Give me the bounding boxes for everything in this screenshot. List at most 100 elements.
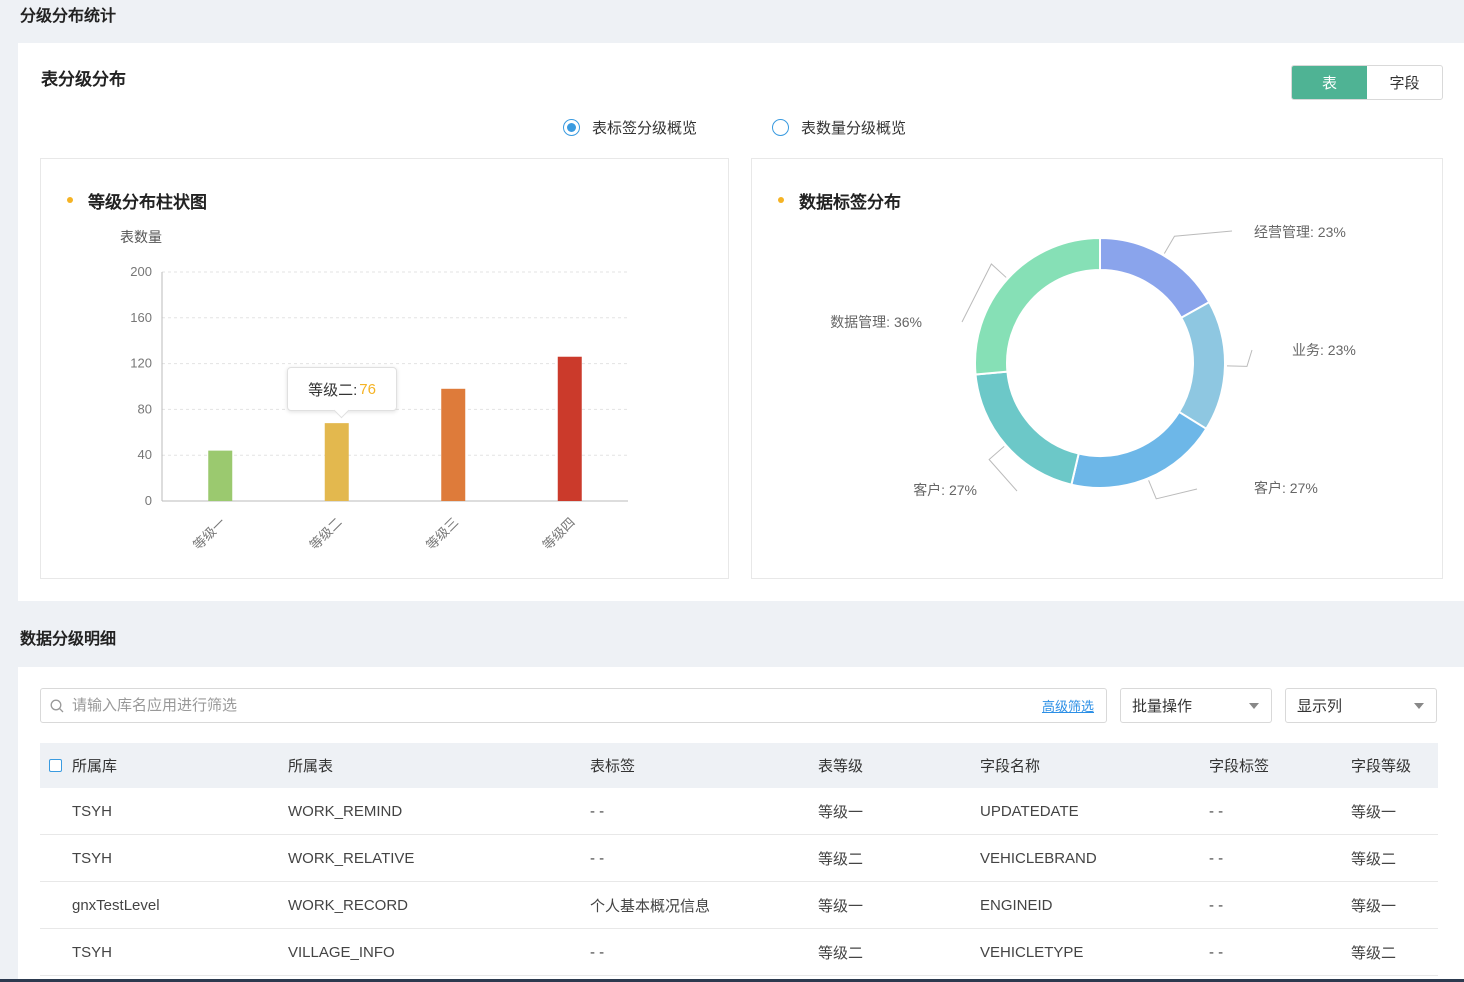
cell-table-tag: 个人基本概况信息	[590, 897, 711, 915]
header-field-tag[interactable]: 字段标签	[1209, 755, 1351, 776]
radio-checked-icon	[563, 119, 580, 136]
cell-table-level: 等级一	[818, 897, 864, 915]
donut-slice	[1177, 300, 1226, 431]
slice-label: 客户: 27%	[913, 482, 977, 498]
slice-label: 业务: 23%	[1292, 342, 1356, 358]
detail-panel: 高级筛选 批量操作 显示列 所属库 所属表 表标签 表等级 字段名称 字段标签 …	[18, 667, 1464, 982]
cell-field-tag: - -	[1209, 802, 1224, 820]
pie-chart-card: 数据标签分布 经营管理: 23% 业务: 23% 客户: 27% 客户: 27% 数据管…	[751, 158, 1443, 579]
cell-field-name: ENGINEID	[980, 896, 1053, 914]
header-database[interactable]: 所属库	[72, 755, 288, 776]
donut-slice	[1099, 236, 1211, 320]
cell-field-level: 等级一	[1351, 897, 1397, 915]
table-distribution-title: 表分级分布	[41, 70, 126, 89]
radio-label: 表数量分级概览	[801, 120, 907, 137]
slice-leader-line	[1163, 230, 1233, 254]
batch-operation-select[interactable]: 批量操作	[1120, 688, 1272, 723]
table-row[interactable]: gnxTestLevel WORK_RECORD 个人基本概况信息 等级一 EN…	[40, 882, 1438, 929]
distribution-panel: 表分级分布 表 字段 表标签分级概览 表数量分级概览 等级分布柱状图 表数量 0 4…	[18, 43, 1464, 601]
display-columns-select[interactable]: 显示列	[1285, 688, 1437, 723]
x-tick-label: 等级一	[190, 515, 228, 553]
bar-chart-card: 等级分布柱状图 表数量 0 40 80 120 160 200 等级一 等级二 等级三 等级四 等级…	[40, 158, 729, 579]
header-field-level[interactable]: 字段等级	[1351, 755, 1438, 776]
slice-leader-line	[1148, 480, 1198, 500]
chevron-down-icon	[1414, 703, 1424, 709]
radio-unchecked-icon	[772, 119, 790, 136]
cell-table-level: 等级二	[818, 850, 864, 868]
slice-label: 客户: 27%	[1254, 480, 1318, 496]
cell-field-level: 等级二	[1351, 850, 1397, 868]
y-tick-label: 120	[130, 356, 152, 371]
overview-radio-group: 表标签分级概览 表数量分级概览	[563, 117, 906, 138]
cell-field-level: 等级二	[1351, 944, 1397, 962]
cell-field-name: UPDATEDATE	[980, 802, 1079, 820]
y-tick-label: 40	[138, 447, 152, 462]
header-field-name[interactable]: 字段名称	[980, 755, 1209, 776]
toggle-field-button[interactable]: 字段	[1367, 66, 1442, 99]
bar	[441, 388, 466, 501]
search-input[interactable]	[72, 697, 1042, 714]
section-title-distribution: 分级分布统计	[20, 8, 117, 25]
cell-field-tag: - -	[1209, 849, 1224, 867]
donut-slice	[1070, 410, 1208, 489]
cell-table: VILLAGE_INFO	[288, 943, 395, 961]
cell-table-tag: - -	[590, 849, 605, 867]
radio-tag-overview[interactable]: 表标签分级概览	[563, 117, 697, 138]
cell-field-name: VEHICLETYPE	[980, 943, 1084, 961]
y-tick-label: 0	[145, 493, 152, 508]
advanced-filter-link[interactable]: 高级筛选	[1042, 696, 1094, 715]
select-all-checkbox[interactable]	[49, 759, 62, 772]
cell-database: gnxTestLevel	[72, 896, 160, 914]
y-tick-label: 160	[130, 310, 152, 325]
cell-field-level: 等级一	[1351, 803, 1397, 821]
x-tick-label: 等级四	[540, 515, 578, 553]
cell-field-tag: - -	[1209, 943, 1224, 961]
cell-field-tag: - -	[1209, 896, 1224, 914]
bar	[557, 356, 582, 501]
radio-label: 表标签分级概览	[592, 120, 698, 137]
slice-label: 经营管理: 23%	[1254, 224, 1346, 240]
cell-field-name: VEHICLEBRAND	[980, 849, 1097, 867]
table-field-toggle: 表 字段	[1291, 65, 1443, 100]
detail-table: 所属库 所属表 表标签 表等级 字段名称 字段标签 字段等级 TSYH WORK…	[40, 743, 1438, 976]
toggle-table-button[interactable]: 表	[1292, 66, 1367, 99]
radio-count-overview[interactable]: 表数量分级概览	[772, 117, 906, 138]
header-table-tag[interactable]: 表标签	[590, 755, 818, 776]
tooltip-value: 76	[359, 380, 376, 398]
cell-table: WORK_RECORD	[288, 896, 409, 914]
x-tick-label: 等级二	[307, 515, 345, 553]
table-row[interactable]: TSYH VILLAGE_INFO - - 等级二 VEHICLETYPE - …	[40, 929, 1438, 976]
bar-tooltip: 等级二: 76	[287, 367, 397, 411]
cell-database: TSYH	[72, 943, 113, 961]
header-table-level[interactable]: 表等级	[818, 755, 980, 776]
cell-table-level: 等级一	[818, 803, 864, 821]
header-table[interactable]: 所属表	[288, 755, 590, 776]
slice-label: 数据管理: 36%	[830, 314, 922, 330]
cell-table-tag: - -	[590, 802, 605, 820]
batch-operation-label: 批量操作	[1132, 698, 1193, 715]
chevron-down-icon	[1249, 703, 1259, 709]
cell-database: TSYH	[72, 849, 113, 867]
y-axis-label: 表数量	[120, 229, 162, 245]
cell-table: WORK_REMIND	[288, 802, 403, 820]
donut-chart: 经营管理: 23% 业务: 23% 客户: 27% 客户: 27% 数据管理: 36%	[830, 224, 1356, 500]
tooltip-label: 等级二:	[308, 381, 358, 399]
bar	[208, 450, 233, 501]
section-title-detail: 数据分级明细	[20, 631, 117, 648]
table-row[interactable]: TSYH WORK_RELATIVE - - 等级二 VEHICLEBRAND …	[40, 835, 1438, 882]
slice-leader-line	[1226, 349, 1253, 367]
bar	[324, 423, 349, 501]
table-row[interactable]: TSYH WORK_REMIND - - 等级一 UPDATEDATE - - …	[40, 788, 1438, 835]
cell-database: TSYH	[72, 802, 113, 820]
table-header: 所属库 所属表 表标签 表等级 字段名称 字段标签 字段等级	[40, 743, 1438, 788]
donut-slice	[974, 236, 1101, 376]
y-tick-label: 80	[138, 401, 152, 416]
donut-slice	[974, 370, 1080, 486]
y-tick-label: 200	[130, 264, 152, 279]
cell-table-tag: - -	[590, 943, 605, 961]
search-icon	[50, 699, 64, 713]
display-columns-label: 显示列	[1297, 698, 1343, 715]
search-box: 高级筛选	[40, 688, 1107, 723]
cell-table: WORK_RELATIVE	[288, 849, 415, 867]
cell-table-level: 等级二	[818, 944, 864, 962]
